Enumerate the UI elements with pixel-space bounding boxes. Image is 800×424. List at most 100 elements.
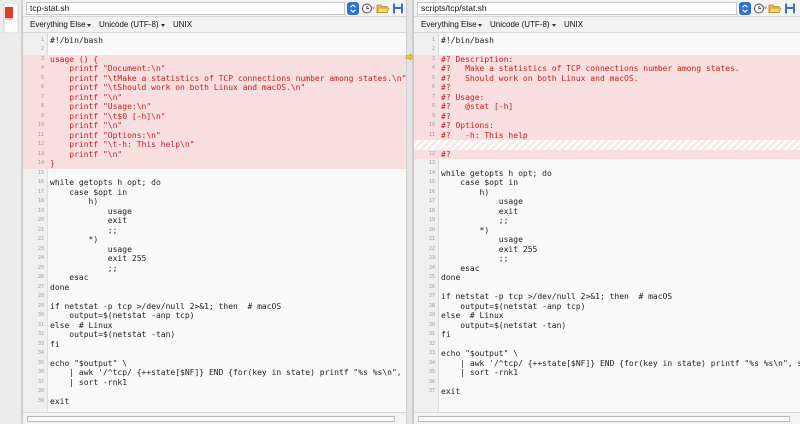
code-line[interactable]: 34 | awk '/^tcp/ {++state[$NF]} END {for… (414, 359, 800, 369)
code-line[interactable]: 33 fi (23, 340, 406, 350)
code-line[interactable]: 6 #? (414, 83, 800, 93)
code-line[interactable]: 4 #? Make a statistics of TCP connections… (414, 64, 800, 74)
left-encoding-select[interactable]: Unicode (UTF-8) (99, 20, 159, 29)
code-line[interactable]: 1 #!/bin/bash (23, 36, 406, 46)
code-line[interactable]: 12 #? (414, 149, 800, 159)
right-filter-select[interactable]: Everything Else (421, 20, 477, 29)
right-path-field[interactable]: scripts/tcp/stat.sh (417, 2, 737, 15)
right-scroll-thumb[interactable] (418, 416, 790, 422)
code-line[interactable]: 39 exit (23, 397, 406, 407)
code-line[interactable]: 10 printf "\n" (23, 121, 406, 131)
right-history-button[interactable] (753, 2, 767, 15)
right-save-button[interactable] (783, 2, 797, 15)
left-line-endings[interactable]: UNIX (173, 20, 192, 29)
code-line[interactable]: 37 | sort -rnk1 (23, 378, 406, 388)
left-horizontal-scrollbar[interactable] (23, 412, 406, 424)
left-code-view[interactable]: 1 #!/bin/bash 2 3 usage () {4 printf "Docume… (23, 33, 406, 412)
code-line[interactable]: 7 #? Usage: (414, 92, 800, 102)
code-line[interactable]: 27 done (23, 283, 406, 293)
code-line[interactable]: 16 while getopts h opt; do (23, 178, 406, 188)
code-line[interactable]: 21 ;; (23, 226, 406, 236)
code-line[interactable]: 28 output=$(netstat -anp tcp) (414, 302, 800, 312)
code-line[interactable]: 23 usage (23, 245, 406, 255)
code-line[interactable]: 35 | sort -rnk1 (414, 368, 800, 378)
code-line[interactable]: 19 ;; (414, 216, 800, 226)
code-line[interactable]: 2 (414, 45, 800, 55)
code-line[interactable]: 25 done (414, 273, 800, 283)
code-line[interactable]: 20 exit (23, 216, 406, 226)
code-line[interactable]: 15 case $opt in (414, 178, 800, 188)
code-line[interactable]: 29 if netstat -p tcp >/dev/null 2>&1; the… (23, 302, 406, 312)
code-line[interactable]: 30 output=$(netstat -anp tcp) (23, 311, 406, 321)
right-open-button[interactable] (768, 2, 782, 15)
right-line-endings[interactable]: UNIX (564, 20, 583, 29)
code-line[interactable]: 26 (414, 283, 800, 293)
code-line[interactable]: 3 #? Description: (414, 54, 800, 64)
code-line[interactable]: 34 (23, 349, 406, 359)
code-line[interactable]: 3 usage () { (23, 54, 406, 64)
code-line[interactable]: 8 #? @stat [-h] (414, 102, 800, 112)
left-history-button[interactable] (361, 2, 375, 15)
code-line[interactable]: 1 #!/bin/bash (414, 36, 800, 46)
code-line[interactable]: 37 exit (414, 387, 800, 397)
code-line[interactable]: 13 (414, 159, 800, 169)
code-line[interactable]: 5 #? Should work on both Linux and macOS. (414, 73, 800, 83)
code-line[interactable]: 36 | awk '/^tcp/ {++state[$NF]} END {for… (23, 368, 406, 378)
left-scroll-thumb[interactable] (27, 416, 395, 422)
code-line[interactable]: 19 usage (23, 207, 406, 217)
code-line[interactable]: 8 printf "Usage:\n" (23, 102, 406, 112)
left-open-button[interactable] (376, 2, 390, 15)
code-line[interactable]: 9 #? (414, 111, 800, 121)
diff-navigator-gutter[interactable] (0, 0, 22, 424)
code-line[interactable]: 35 echo "$output" \ (23, 359, 406, 369)
code-line[interactable]: 31 fi (414, 330, 800, 340)
code-line[interactable]: 10 #? Options: (414, 121, 800, 131)
code-line[interactable]: 9 printf "\t$0 [-h]\n" (23, 111, 406, 121)
code-line[interactable]: 25 ;; (23, 264, 406, 274)
right-horizontal-scrollbar[interactable] (414, 412, 800, 424)
code-line[interactable]: 33 echo "$output" \ (414, 349, 800, 359)
code-line[interactable]: 21 usage (414, 235, 800, 245)
code-line[interactable]: 36 (414, 378, 800, 388)
code-line[interactable]: 22 *) (23, 235, 406, 245)
code-line[interactable]: 18 h) (23, 197, 406, 207)
code-line[interactable]: 32 output=$(netstat -tan) (23, 330, 406, 340)
code-line[interactable]: 28 (23, 292, 406, 302)
code-line[interactable]: 11 printf "Options:\n" (23, 130, 406, 140)
code-line[interactable]: 14} (23, 159, 406, 169)
right-encoding-select[interactable]: Unicode (UTF-8) (490, 20, 550, 29)
left-save-button[interactable] (391, 2, 405, 15)
right-code-view[interactable]: 1 #!/bin/bash 2 3 #? Description: 4 #? Make a … (414, 33, 800, 412)
left-filter-select[interactable]: Everything Else (30, 20, 86, 29)
code-line[interactable]: 26 esac (23, 273, 406, 283)
code-line[interactable]: 16 h) (414, 188, 800, 198)
code-line[interactable]: 32 (414, 340, 800, 350)
code-line[interactable]: 18 exit (414, 207, 800, 217)
code-line[interactable]: 17 usage (414, 197, 800, 207)
code-line[interactable]: 14 while getopts h opt; do (414, 169, 800, 179)
code-line[interactable]: 24 esac (414, 264, 800, 274)
left-path-combo-button[interactable] (347, 2, 359, 15)
right-path-combo-button[interactable] (739, 2, 751, 15)
code-line[interactable]: 17 case $opt in (23, 188, 406, 198)
left-path-field[interactable]: tcp-stat.sh (26, 2, 345, 15)
code-line[interactable]: 27 if netstat -p tcp >/dev/null 2>&1; the… (414, 292, 800, 302)
diff-filler-row[interactable] (414, 140, 800, 150)
code-line[interactable]: 24 exit 255 (23, 254, 406, 264)
code-line[interactable]: 11 #? -h: This help (414, 130, 800, 140)
code-line[interactable]: 6 printf "\tShould work on both Linux an… (23, 83, 406, 93)
code-line[interactable]: 38 (23, 387, 406, 397)
code-line[interactable]: 5 printf "\tMake a statistics of TCP con… (23, 73, 406, 83)
code-line[interactable]: 29 else # Linux (414, 311, 800, 321)
code-line[interactable]: 22 exit 255 (414, 245, 800, 255)
pane-splitter[interactable] (405, 0, 415, 424)
code-line[interactable]: 4 printf "Document:\n" (23, 64, 406, 74)
code-line[interactable]: 13 printf "\n" (23, 149, 406, 159)
code-line[interactable]: 15 (23, 169, 406, 179)
code-line[interactable]: 2 (23, 45, 406, 55)
code-line[interactable]: 30 output=$(netstat -tan) (414, 321, 800, 331)
code-line[interactable]: 31 else # Linux (23, 321, 406, 331)
code-line[interactable]: 20 *) (414, 226, 800, 236)
code-line[interactable]: 7 printf "\n" (23, 92, 406, 102)
code-line[interactable]: 23 ;; (414, 254, 800, 264)
